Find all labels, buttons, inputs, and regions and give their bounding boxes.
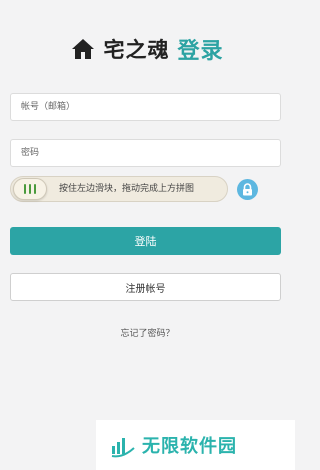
grip-bar-icon: [34, 184, 36, 194]
watermark: 无限软件园: [96, 420, 295, 470]
captcha-slider-track: 按住左边滑块，拖动完成上方拼图: [10, 176, 228, 202]
brand-name: 宅之魂: [103, 38, 170, 62]
bar-chart-logo-icon: [111, 438, 135, 458]
login-page: 宅之魂 登录 按住左边滑块，拖动完成上方拼图 登陆 注册帐号 忘记了密码？ 无限…: [0, 0, 295, 470]
home-icon: [72, 39, 95, 59]
watermark-text: 无限软件园: [142, 436, 237, 457]
page-title: 登录: [177, 39, 224, 64]
account-input[interactable]: [10, 93, 281, 121]
register-button[interactable]: 注册帐号: [10, 273, 281, 301]
captcha-slider-handle[interactable]: [13, 178, 47, 200]
grip-bar-icon: [29, 184, 31, 194]
forgot-password-link[interactable]: 忘记了密码？: [0, 326, 295, 339]
captcha-slider-hint: 按住左边滑块，拖动完成上方拼图: [59, 184, 195, 194]
login-button[interactable]: 登陆: [10, 227, 281, 255]
lock-badge: [237, 179, 258, 200]
lock-icon: [243, 183, 252, 196]
header: 宅之魂 登录: [0, 30, 295, 68]
password-input[interactable]: [10, 139, 281, 167]
grip-bar-icon: [24, 184, 26, 194]
